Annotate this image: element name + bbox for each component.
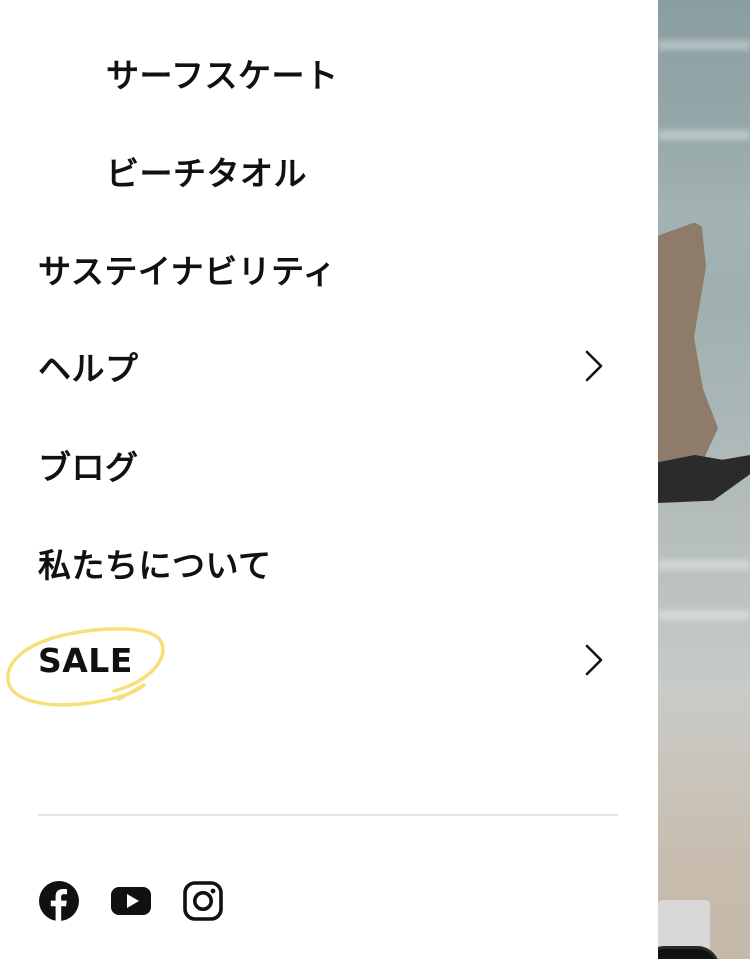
divider	[38, 814, 618, 816]
facebook-icon	[39, 881, 79, 921]
navigation-drawer: サーフスケート ビーチタオル サステイナビリティ ヘルプ ブログ 私たちについて…	[0, 0, 658, 959]
surfboard-shape	[658, 220, 718, 480]
menu-item-beach-towel[interactable]: ビーチタオル	[0, 141, 658, 201]
chat-button[interactable]	[658, 946, 720, 959]
wave-highlight	[658, 40, 750, 50]
menu-item-label: ビーチタオル	[106, 154, 307, 193]
menu-item-surfskate[interactable]: サーフスケート	[0, 43, 658, 103]
menu-item-blog[interactable]: ブログ	[0, 435, 658, 495]
menu-item-label: サステイナビリティ	[38, 252, 337, 291]
menu-item-about-us[interactable]: 私たちについて	[0, 533, 658, 593]
menu-item-sustainability[interactable]: サステイナビリティ	[0, 239, 658, 299]
menu-item-label: ブログ	[38, 448, 139, 487]
instagram-icon	[183, 881, 223, 921]
youtube-link[interactable]	[110, 880, 152, 922]
chevron-right-icon	[585, 350, 603, 382]
instagram-link[interactable]	[182, 880, 224, 922]
wave-highlight	[658, 130, 750, 140]
chevron-right-icon	[585, 644, 603, 676]
wave-highlight	[658, 560, 750, 570]
menu-item-label: ヘルプ	[38, 349, 139, 388]
facebook-link[interactable]	[38, 880, 80, 922]
wave-highlight	[658, 610, 750, 620]
youtube-icon	[111, 887, 151, 915]
menu-item-sale[interactable]: SALE	[0, 630, 658, 690]
menu-item-help[interactable]: ヘルプ	[0, 336, 658, 396]
menu-item-label: SALE	[38, 640, 133, 680]
social-links	[38, 880, 254, 922]
background-photo	[658, 0, 750, 959]
surfboard-shadow	[658, 455, 750, 503]
menu-item-label: 私たちについて	[38, 546, 272, 585]
menu-item-label: サーフスケート	[106, 56, 339, 95]
